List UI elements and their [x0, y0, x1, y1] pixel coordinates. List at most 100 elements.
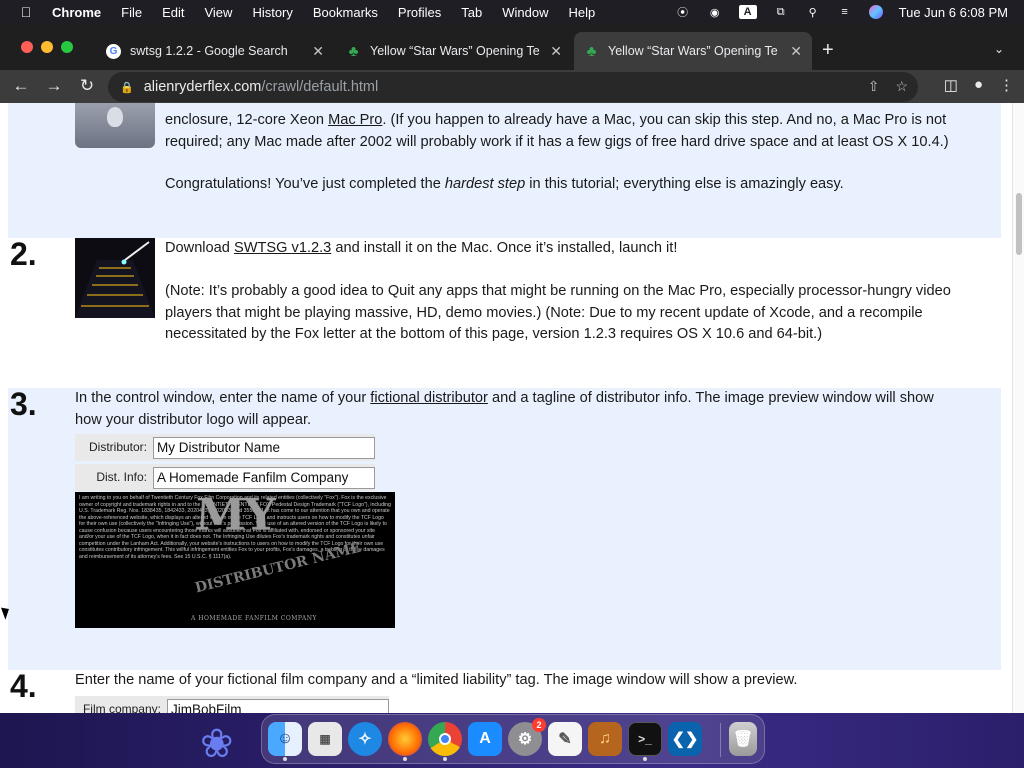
dock: ☺ ▦ ✧ A ⚙ 2 ✎ ♫ >_ ❮❯ 🗑 [261, 714, 765, 764]
menu-view[interactable]: View [204, 5, 232, 20]
preview-logo-tagline: A HOMEMADE FANFILM COMPANY [191, 615, 317, 622]
scrollbar-thumb[interactable] [1016, 193, 1022, 255]
dist-info-field: A Homemade Fanfilm Company [153, 466, 375, 489]
mac-pro-image [75, 103, 155, 148]
mac-pro-link[interactable]: Mac Pro [328, 112, 382, 128]
fictional-distributor-link[interactable]: fictional distributor [370, 390, 488, 406]
siri-icon[interactable] [868, 5, 883, 19]
close-tab-icon[interactable]: ✕ [550, 43, 562, 60]
terminal-icon[interactable]: >_ [628, 722, 662, 756]
finder-icon[interactable]: ☺ [268, 722, 302, 756]
address-bar[interactable]: 🔒 alienryderflex.com /crawl/default.html… [108, 72, 918, 102]
share-icon[interactable]: ⇧ [868, 78, 880, 95]
app-store-icon[interactable]: A [468, 722, 502, 756]
step-2-download-text: Download SWTSG v1.2.3 and install it on … [165, 238, 995, 260]
step-4-section: 4. Enter the name of your fictional film… [8, 670, 1001, 713]
forward-arrow-icon[interactable]: → [43, 76, 65, 96]
control-center-icon[interactable]: ≡ [837, 5, 853, 19]
google-icon: G [106, 43, 121, 59]
running-indicator [403, 757, 407, 761]
menu-file[interactable]: File [121, 5, 142, 20]
congrats-emphasis: hardest step [444, 176, 526, 192]
menu-app-name[interactable]: Chrome [52, 5, 101, 20]
clover-icon: ♣ [586, 42, 597, 60]
more-menu-icon[interactable]: ⋮ [999, 76, 1014, 94]
preview-logo-title: MY [193, 492, 277, 541]
bookmark-star-icon[interactable]: ☆ [895, 78, 908, 95]
profile-icon[interactable]: ● [974, 76, 983, 94]
menu-window[interactable]: Window [502, 5, 548, 20]
close-tab-icon[interactable]: ✕ [790, 43, 802, 60]
firefox-icon[interactable] [388, 722, 422, 756]
star-wars-crawl-image [75, 238, 155, 318]
dist-info-row: Dist. Info: A Homemade Fanfilm Company [75, 464, 375, 491]
airdrop-icon[interactable]: ⦿ [675, 5, 691, 19]
window-icon[interactable]: ⧉ [773, 5, 789, 19]
notification-badge: 2 [532, 718, 546, 732]
distributor-logo-preview: I am writing to you on behalf of Twentie… [75, 492, 395, 628]
textedit-icon[interactable]: ✎ [548, 722, 582, 756]
distributor-field: My Distributor Name [153, 436, 375, 459]
zoom-window-button[interactable] [61, 41, 73, 53]
step-2-note: (Note: It’s probably a good idea to Quit… [165, 281, 1005, 346]
spotlight-icon[interactable]: ⚲ [805, 5, 821, 19]
step-2-note-line2: players that might be playing massive, H… [165, 304, 923, 321]
launchpad-icon[interactable]: ▦ [308, 722, 342, 756]
step-1-section: enclosure, 12-core Xeon Mac Pro. (If you… [8, 103, 1001, 238]
reload-icon[interactable]: ↻ [76, 76, 98, 96]
step-1-line1-pre: enclosure, 12-core Xeon [165, 112, 329, 128]
input-source-icon[interactable]: A [738, 5, 757, 19]
film-company-label: Film company: [82, 701, 161, 713]
lock-icon[interactable]: 🔒 [120, 81, 134, 94]
running-indicator [443, 757, 447, 761]
congrats-post: in this tutorial; everything else is ama… [525, 176, 844, 192]
step-2-pre: Download [165, 240, 234, 256]
system-settings-icon[interactable]: ⚙ 2 [508, 718, 546, 756]
vscode-icon[interactable]: ❮❯ [668, 722, 702, 756]
menu-history[interactable]: History [252, 5, 292, 20]
dock-separator [720, 723, 721, 757]
menu-tab[interactable]: Tab [461, 5, 482, 20]
step-2-note-line3: necessitated by the Fox letter at the bo… [165, 326, 823, 342]
close-window-button[interactable] [21, 41, 33, 53]
step-4-text: Enter the name of your fictional film co… [75, 672, 798, 688]
menu-help[interactable]: Help [569, 5, 596, 20]
safari-icon[interactable]: ✧ [348, 722, 382, 756]
swtsg-download-link[interactable]: SWTSG v1.2.3 [234, 240, 331, 256]
menu-clock[interactable]: Tue Jun 6 6:08 PM [899, 5, 1008, 20]
tab-star-wars-1[interactable]: ♣ Yellow “Star Wars” Opening Te ✕ [336, 32, 572, 70]
browser-toolbar: ← → ↻ 🔒 alienryderflex.com /crawl/defaul… [0, 70, 1024, 103]
dist-info-label: Dist. Info: [96, 469, 147, 484]
apple-logo-icon [107, 107, 123, 127]
step-3-pre: In the control window, enter the name of… [75, 390, 371, 406]
apple-icon[interactable]:  [18, 4, 34, 20]
congrats-pre: Congratulations! You’ve just completed t… [165, 176, 445, 192]
film-company-row: Film company: JimBobFilm [75, 696, 389, 713]
url-host: alienryderflex.com [143, 79, 262, 95]
tab-star-wars-active[interactable]: ♣ Yellow “Star Wars” Opening Te ✕ [574, 32, 812, 70]
close-tab-icon[interactable]: ✕ [312, 43, 324, 60]
tab-title: Yellow “Star Wars” Opening Te [608, 44, 778, 58]
menu-edit[interactable]: Edit [162, 5, 184, 20]
trash-icon[interactable]: 🗑 [729, 722, 757, 756]
back-arrow-icon[interactable]: ← [10, 76, 32, 96]
vertical-scrollbar[interactable] [1012, 103, 1024, 713]
tab-google-search[interactable]: G swtsg 1.2.2 - Google Search ✕ [96, 32, 334, 70]
instruments-icon[interactable]: ♫ [588, 722, 622, 756]
distributor-label: Distributor: [88, 439, 147, 454]
step-1-text: enclosure, 12-core Xeon Mac Pro. (If you… [165, 110, 995, 153]
step-2-section: 2. Download SWTSG v1.2.3 and install it … [8, 238, 1001, 388]
tab-search-chevron-icon[interactable]: ⌄ [994, 42, 1004, 56]
user-icon[interactable]: ◉ [707, 5, 723, 19]
running-indicator [643, 757, 647, 761]
new-tab-plus-icon[interactable]: + [822, 40, 834, 60]
menu-bar:  Chrome File Edit View History Bookmark… [0, 0, 1024, 24]
sidebar-icon[interactable]: ◫ [944, 76, 958, 94]
menu-bookmarks[interactable]: Bookmarks [313, 5, 378, 20]
minimize-window-button[interactable] [41, 41, 53, 53]
chrome-icon[interactable] [428, 722, 462, 756]
menu-profiles[interactable]: Profiles [398, 5, 441, 20]
url-path: /crawl/default.html [261, 79, 379, 95]
page-viewport: enclosure, 12-core Xeon Mac Pro. (If you… [0, 103, 1012, 713]
step-2-post: and install it on the Mac. Once it’s ins… [331, 240, 678, 256]
